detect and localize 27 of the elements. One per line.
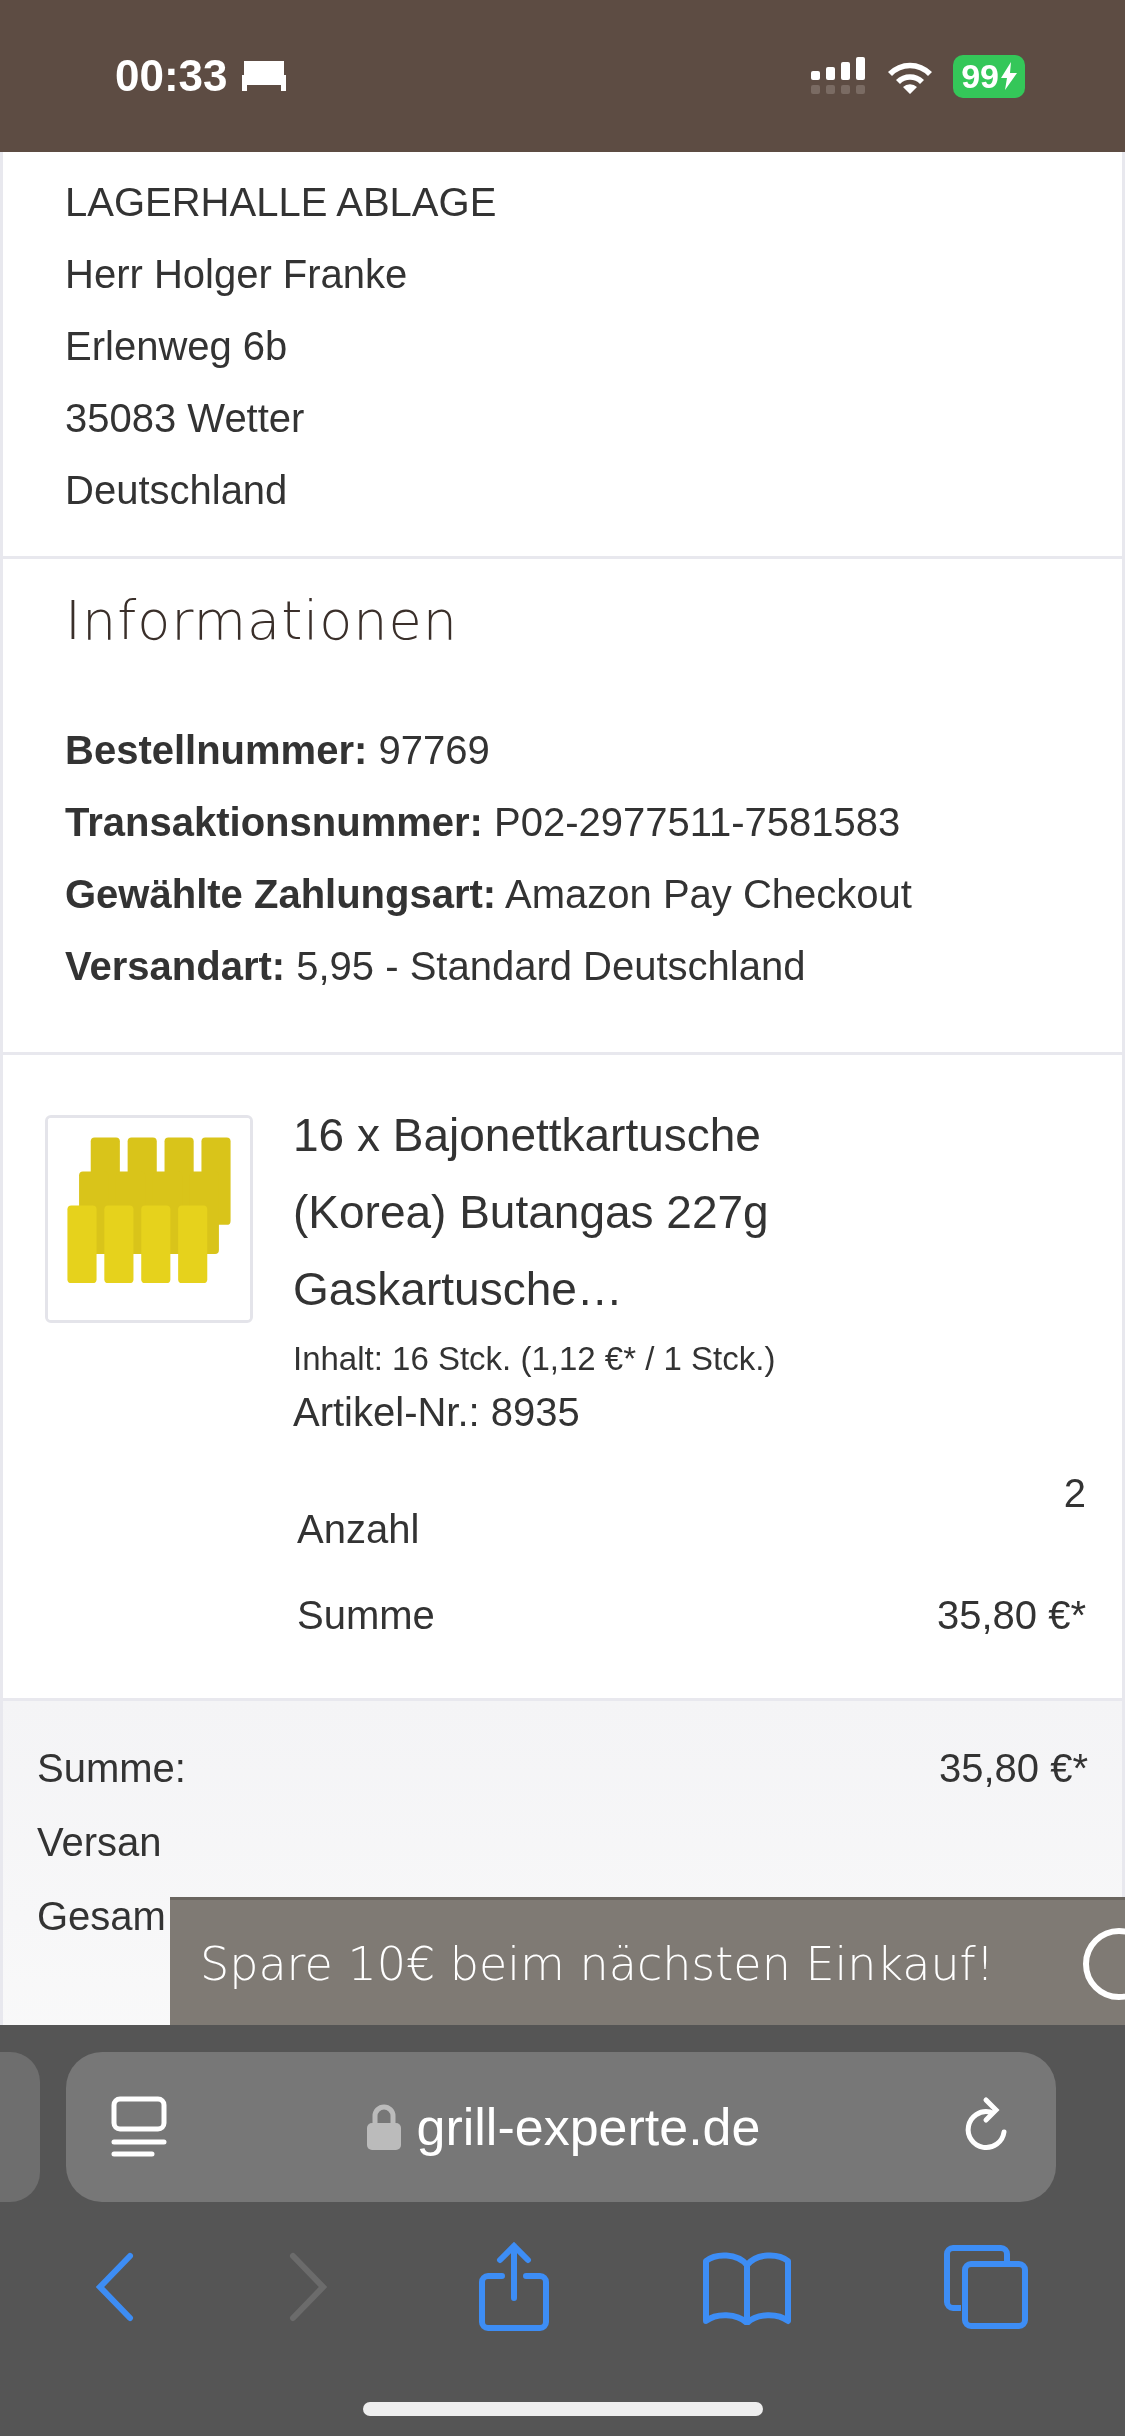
battery-indicator: 99 [953, 54, 1025, 98]
info-line: Transaktionsnummer: P02-2977511-7581583 [65, 799, 902, 846]
total-label: Summe: [37, 1745, 186, 1792]
address-line: Herr Holger Franke [65, 251, 409, 298]
info-line: Versandart: 5,95 - Standard Deutschland [65, 943, 807, 990]
address-line: 35083 Wetter [65, 395, 306, 442]
article-number: Artikel-Nr.: 8935 [293, 1390, 581, 1435]
info-line: Gewählte Zahlungsart: Amazon Pay Checkout [65, 871, 913, 918]
sum-label: Summe [297, 1592, 435, 1639]
section-title: Informationen [65, 589, 460, 652]
total-value: 35,80 €* [938, 1745, 1088, 1792]
url-text: grill-experte.de [416, 2097, 761, 2157]
product-content: Inhalt: 16 Stck. (1,12 €* / 1 Stck.) [293, 1340, 777, 1378]
promo-banner[interactable]: Spare 10€ beim nächsten Einkauf! [170, 1897, 1125, 2027]
info-line: Bestellnummer: 97769 [65, 727, 491, 774]
total-label: Gesam [37, 1893, 166, 1940]
product-title[interactable]: 16 x Bajonettkartusche (Korea) Butangas 227g Gaskartusche… [293, 1097, 853, 1328]
address-line: LAGERHALLE ABLAGE [65, 179, 498, 226]
status-time: 00:33 [115, 51, 228, 101]
address-line: Erlenweg 6b [65, 323, 289, 370]
quantity-value: 2 [1063, 1471, 1086, 1516]
address-bar[interactable]: grill-experte.de [66, 2052, 1056, 2202]
total-label: Versan [37, 1819, 162, 1866]
sum-value: 35,80 €* [936, 1592, 1086, 1639]
promo-text: Spare 10€ beim nächsten Einkauf! [200, 1936, 995, 1991]
quantity-label: Anzahl [297, 1506, 420, 1553]
address-line: Deutschland [65, 467, 289, 514]
